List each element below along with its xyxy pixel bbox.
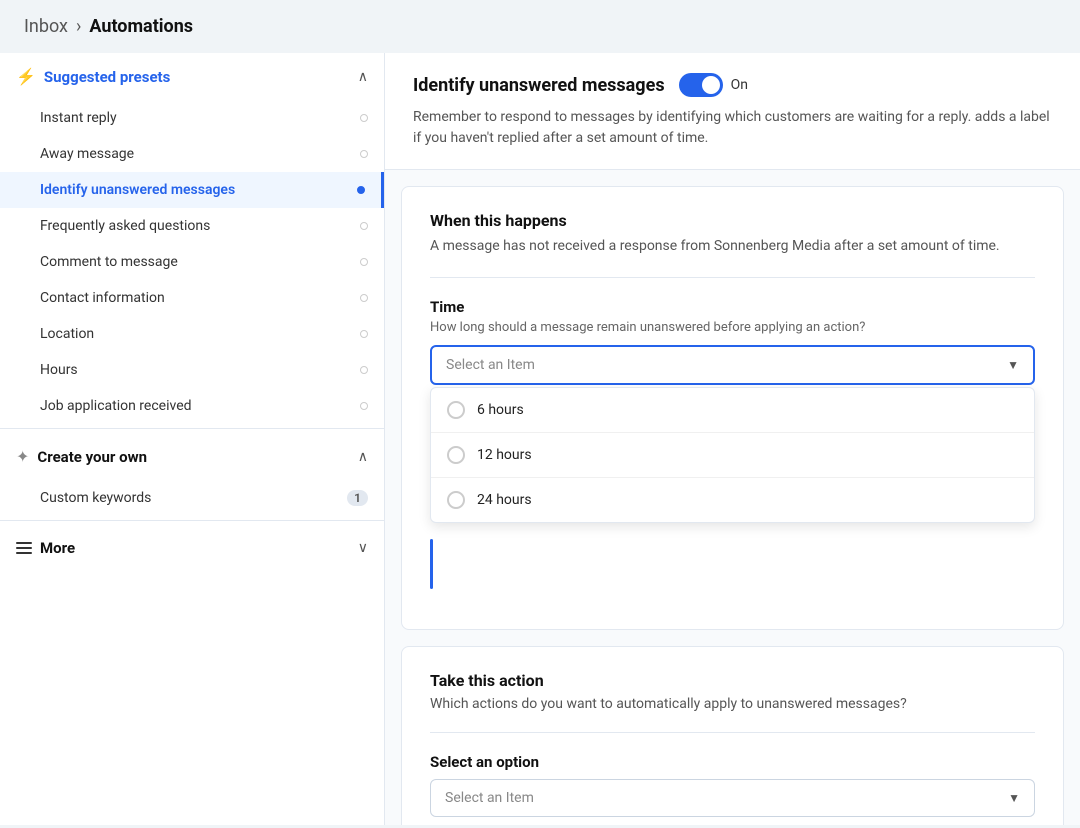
sidebar: ⚡ Suggested presets ∧ Instant reply Away… bbox=[0, 53, 385, 825]
take-action-card: Take this action Which actions do you wa… bbox=[401, 646, 1064, 825]
sidebar-item-dot bbox=[360, 294, 368, 302]
sidebar-item-dot bbox=[360, 366, 368, 374]
lightning-icon: ⚡ bbox=[16, 67, 36, 86]
sidebar-item-location[interactable]: Location bbox=[0, 316, 384, 352]
sidebar-item-label: Away message bbox=[40, 146, 134, 162]
main-content: Identify unanswered messages On Remember… bbox=[385, 53, 1080, 825]
breadcrumb: Inbox › Automations bbox=[0, 0, 1080, 53]
hamburger-line-1 bbox=[16, 542, 32, 544]
sidebar-item-label: Job application received bbox=[40, 398, 192, 414]
when-title: When this happens bbox=[430, 211, 1035, 230]
time-select[interactable]: Select an Item ▼ bbox=[430, 345, 1035, 385]
hamburger-line-3 bbox=[16, 552, 32, 554]
select-option-label: Select an option bbox=[430, 753, 1035, 771]
sidebar-divider-2 bbox=[0, 520, 384, 521]
sidebar-item-hours[interactable]: Hours bbox=[0, 352, 384, 388]
option-24-hours-label: 24 hours bbox=[477, 492, 532, 508]
app-layout: ⚡ Suggested presets ∧ Instant reply Away… bbox=[0, 53, 1080, 825]
section-divider bbox=[430, 277, 1035, 278]
sidebar-item-label: Contact information bbox=[40, 290, 165, 306]
suggested-presets-chevron: ∧ bbox=[358, 69, 368, 85]
sidebar-item-label: Frequently asked questions bbox=[40, 218, 210, 234]
sidebar-item-faq[interactable]: Frequently asked questions bbox=[0, 208, 384, 244]
sparkle-icon: ✦ bbox=[16, 447, 29, 466]
more-section[interactable]: More ∨ bbox=[0, 525, 384, 571]
sidebar-item-dot bbox=[360, 150, 368, 158]
option-6-hours-label: 6 hours bbox=[477, 402, 524, 418]
sidebar-divider bbox=[0, 428, 384, 429]
radio-12-hours bbox=[447, 446, 465, 464]
sidebar-item-away-message[interactable]: Away message bbox=[0, 136, 384, 172]
inbox-link[interactable]: Inbox bbox=[24, 16, 68, 37]
hamburger-line-2 bbox=[16, 547, 32, 549]
sidebar-item-dot bbox=[360, 222, 368, 230]
option-12-hours[interactable]: 12 hours bbox=[431, 433, 1034, 478]
suggested-presets-header[interactable]: ⚡ Suggested presets ∧ bbox=[0, 53, 384, 100]
suggested-presets-header-left: ⚡ Suggested presets bbox=[16, 67, 170, 86]
when-happens-card: When this happens A message has not rece… bbox=[401, 186, 1064, 630]
main-header: Identify unanswered messages On Remember… bbox=[385, 53, 1080, 170]
option-6-hours[interactable]: 6 hours bbox=[431, 388, 1034, 433]
sidebar-item-dot bbox=[360, 330, 368, 338]
main-description: Remember to respond to messages by ident… bbox=[413, 107, 1052, 149]
suggested-presets-section: ⚡ Suggested presets ∧ Instant reply Away… bbox=[0, 53, 384, 424]
sidebar-item-dot-active bbox=[357, 186, 365, 194]
when-description: A message has not received a response fr… bbox=[430, 236, 1035, 257]
action-select[interactable]: Select an Item ▼ bbox=[430, 779, 1035, 817]
more-left: More bbox=[16, 539, 75, 557]
time-dropdown-options: 6 hours 12 hours 24 hours bbox=[430, 387, 1035, 523]
automations-title: Automations bbox=[89, 16, 193, 37]
sidebar-item-dot bbox=[360, 402, 368, 410]
toggle-knob bbox=[702, 76, 720, 94]
toggle-label: On bbox=[731, 77, 748, 93]
main-title: Identify unanswered messages bbox=[413, 75, 665, 96]
sidebar-item-label: Comment to message bbox=[40, 254, 178, 270]
create-your-own-chevron: ∧ bbox=[358, 449, 368, 465]
sidebar-item-label: Hours bbox=[40, 362, 78, 378]
radio-6-hours bbox=[447, 401, 465, 419]
create-your-own-section: ✦ Create your own ∧ Custom keywords 1 bbox=[0, 433, 384, 516]
sidebar-item-identify-unanswered[interactable]: Identify unanswered messages bbox=[0, 172, 384, 208]
sidebar-item-label: Location bbox=[40, 326, 94, 342]
time-label: Time bbox=[430, 298, 1035, 316]
more-chevron: ∨ bbox=[358, 540, 368, 556]
main-title-row: Identify unanswered messages On bbox=[413, 73, 1052, 97]
toggle-wrapper: On bbox=[679, 73, 748, 97]
custom-keywords-badge: 1 bbox=[347, 490, 368, 506]
action-title: Take this action bbox=[430, 671, 1035, 690]
sidebar-item-contact-info[interactable]: Contact information bbox=[0, 280, 384, 316]
action-chevron-down-icon: ▼ bbox=[1008, 791, 1020, 805]
action-description: Which actions do you want to automatical… bbox=[430, 696, 1035, 712]
chevron-down-icon: ▼ bbox=[1007, 358, 1019, 372]
time-sublabel: How long should a message remain unanswe… bbox=[430, 320, 1035, 335]
suggested-presets-title: Suggested presets bbox=[44, 68, 170, 86]
option-24-hours[interactable]: 24 hours bbox=[431, 478, 1034, 522]
sidebar-item-label: Custom keywords bbox=[40, 490, 151, 506]
create-your-own-header[interactable]: ✦ Create your own ∧ bbox=[0, 433, 384, 480]
sidebar-item-label: Identify unanswered messages bbox=[40, 182, 235, 198]
radio-24-hours bbox=[447, 491, 465, 509]
sidebar-item-dot bbox=[360, 258, 368, 266]
action-divider bbox=[430, 732, 1035, 733]
unanswered-toggle[interactable] bbox=[679, 73, 723, 97]
more-title: More bbox=[40, 539, 75, 557]
option-12-hours-label: 12 hours bbox=[477, 447, 532, 463]
create-your-own-header-left: ✦ Create your own bbox=[16, 447, 147, 466]
sidebar-item-dot bbox=[360, 114, 368, 122]
breadcrumb-chevron: › bbox=[76, 16, 81, 37]
sidebar-item-custom-keywords[interactable]: Custom keywords 1 bbox=[0, 480, 384, 516]
create-your-own-title: Create your own bbox=[37, 448, 147, 466]
sidebar-item-label: Instant reply bbox=[40, 110, 117, 126]
sidebar-item-job-application[interactable]: Job application received bbox=[0, 388, 384, 424]
hamburger-icon bbox=[16, 542, 32, 554]
sidebar-item-comment-to-message[interactable]: Comment to message bbox=[0, 244, 384, 280]
vertical-bar bbox=[430, 539, 433, 589]
time-select-wrapper: Select an Item ▼ 6 hours 12 hours bbox=[430, 345, 1035, 523]
sidebar-item-instant-reply[interactable]: Instant reply bbox=[0, 100, 384, 136]
action-select-placeholder: Select an Item bbox=[445, 790, 534, 806]
time-select-placeholder: Select an Item bbox=[446, 357, 535, 373]
